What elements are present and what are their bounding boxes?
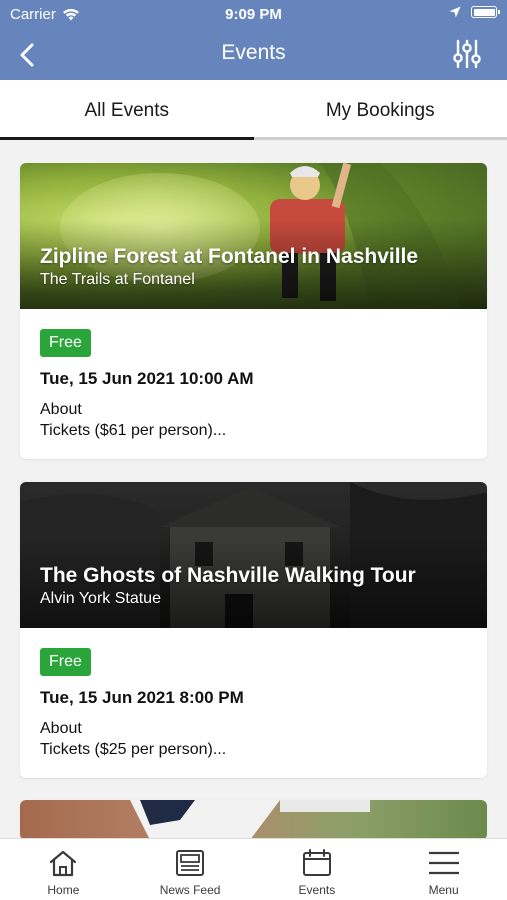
event-card[interactable] (20, 800, 487, 840)
bottom-nav-label: Home (47, 883, 80, 897)
bottom-nav-menu[interactable]: Menu (380, 839, 507, 900)
event-venue: Alvin York Statue (40, 590, 161, 607)
tab-label: All Events (84, 100, 169, 121)
event-image: The Ghosts of Nashville Walking Tour Alv… (20, 482, 487, 628)
event-image: Zipline Forest at Fontanel in Nashville … (20, 163, 487, 309)
navigation-bar: Events (0, 30, 507, 80)
tab-all-events[interactable]: All Events (0, 80, 254, 140)
event-image-sports (20, 800, 487, 840)
tab-indicator-active (0, 137, 254, 140)
page-title: Events (221, 41, 286, 64)
event-title: Zipline Forest at Fontanel in Nashville (40, 245, 419, 268)
description-text: Tickets ($61 per person)... (40, 422, 227, 439)
status-bar: Carrier 9:09 PM (0, 0, 507, 30)
bottom-nav-label: News Feed (159, 883, 221, 897)
news-feed-icon (176, 850, 205, 876)
bottom-nav-label: Events (298, 883, 336, 897)
price-badge: Free (40, 329, 91, 357)
tab-indicator (253, 137, 507, 140)
event-card[interactable]: The Ghosts of Nashville Walking Tour Alv… (20, 482, 487, 778)
event-venue: The Trails at Fontanel (40, 271, 195, 288)
event-description: About Tickets ($61 per person)... (40, 399, 467, 441)
event-details: Free Tue, 15 Jun 2021 10:00 AM About Tic… (20, 309, 487, 459)
status-time: 9:09 PM (225, 6, 282, 23)
bottom-nav-label: Menu (428, 883, 459, 897)
event-image (20, 800, 487, 840)
filter-button[interactable] (451, 38, 483, 70)
about-label: About (40, 720, 82, 737)
bottom-tab-bar: Home News Feed Events Menu (0, 838, 507, 900)
menu-icon (428, 851, 459, 875)
tab-my-bookings[interactable]: My Bookings (253, 80, 507, 140)
event-date: Tue, 15 Jun 2021 8:00 PM (40, 688, 244, 707)
event-description: About Tickets ($25 per person)... (40, 718, 467, 760)
calendar-icon (302, 849, 331, 876)
event-card[interactable]: Zipline Forest at Fontanel in Nashville … (20, 163, 487, 459)
tab-label: My Bookings (325, 100, 435, 121)
bottom-nav-home[interactable]: Home (0, 839, 127, 900)
event-details: Free Tue, 15 Jun 2021 8:00 PM About Tick… (20, 628, 487, 778)
event-title: The Ghosts of Nashville Walking Tour (40, 564, 416, 587)
location-arrow-icon (449, 6, 461, 18)
sliders-icon (453, 39, 481, 69)
description-text: Tickets ($25 per person)... (40, 741, 227, 758)
bottom-nav-events[interactable]: Events (254, 839, 381, 900)
battery-icon (471, 6, 500, 18)
price-badge: Free (40, 648, 91, 676)
home-icon (50, 850, 77, 877)
segmented-tabs: All Events My Bookings (0, 80, 507, 140)
about-label: About (40, 401, 82, 418)
event-date: Tue, 15 Jun 2021 10:00 AM (40, 369, 254, 388)
status-right (449, 6, 500, 18)
bottom-nav-news-feed[interactable]: News Feed (127, 839, 254, 900)
